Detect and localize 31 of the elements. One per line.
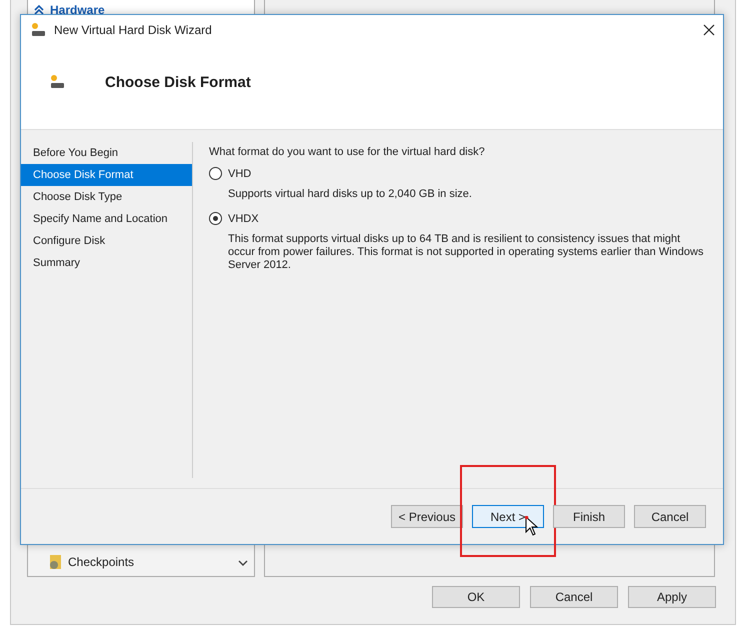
wizard-step[interactable]: Summary	[21, 252, 192, 274]
question-text: What format do you want to use for the virtual hard disk?	[209, 146, 486, 158]
wizard-step[interactable]: Choose Disk Type	[21, 186, 192, 208]
wizard-step[interactable]: Before You Begin	[21, 142, 192, 164]
wizard-step[interactable]: Configure Disk	[21, 230, 192, 252]
window-title: New Virtual Hard Disk Wizard	[54, 23, 212, 37]
option-label[interactable]: VHD	[228, 168, 252, 180]
radio-button[interactable]	[209, 167, 222, 180]
option-description: Supports virtual hard disks up to 2,040 GB in size.	[228, 188, 473, 201]
wizard-button[interactable]: Finish	[553, 505, 625, 528]
scroll-down-icon[interactable]	[238, 560, 248, 566]
close-icon[interactable]	[703, 24, 715, 36]
option-description: This format supports virtual disks up to 64 TB and is resilient to consistency issues that might occur from power failures. This format is not supported in operating systems earlier than Windows Server 2012.	[228, 233, 704, 272]
option-label[interactable]: VHDX	[228, 212, 259, 224]
list-header: Hardware	[50, 3, 105, 17]
wizard-button[interactable]: Cancel	[634, 505, 706, 528]
wizard-step[interactable]: Specify Name and Location	[21, 208, 192, 230]
wizard-step[interactable]: Choose Disk Format	[21, 164, 192, 186]
dialog-button[interactable]: OK	[432, 586, 520, 608]
cursor-icon	[525, 516, 539, 536]
list-item[interactable]: Checkpoints	[68, 555, 134, 569]
wizard-button[interactable]: < Previous	[391, 505, 463, 528]
dialog-button[interactable]: Apply	[628, 586, 716, 608]
disk-icon	[30, 22, 46, 38]
checkpoint-icon	[48, 554, 62, 570]
radio-button[interactable]	[209, 212, 222, 225]
page-title: Choose Disk Format	[105, 74, 251, 90]
wizard-button[interactable]: Next >	[472, 505, 544, 528]
dialog-button[interactable]: Cancel	[530, 586, 618, 608]
disk-icon	[49, 74, 65, 90]
collapse-icon[interactable]	[34, 5, 44, 15]
